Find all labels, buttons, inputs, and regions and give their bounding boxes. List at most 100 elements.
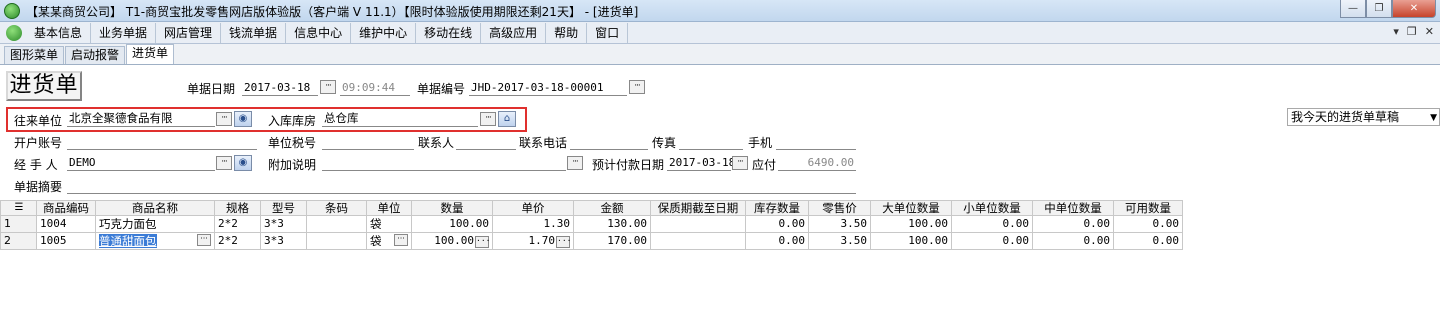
cell-qty[interactable]: 100.00 xyxy=(411,215,493,233)
menu-item-info-center[interactable]: 信息中心 xyxy=(286,22,352,43)
contact-field[interactable] xyxy=(456,134,516,150)
cell-retail[interactable]: 3.50 xyxy=(808,215,871,233)
handler-lookup-icon[interactable]: ◉ xyxy=(234,155,252,171)
mobile-field[interactable] xyxy=(776,134,856,150)
cell-barcode[interactable] xyxy=(306,232,367,250)
fax-field[interactable] xyxy=(679,134,743,150)
handler-field[interactable]: DEMO xyxy=(67,155,215,171)
cell-expiry[interactable] xyxy=(650,215,746,233)
column-header[interactable]: 库存数量 xyxy=(745,200,809,216)
cell-price[interactable]: 1.70 ··· xyxy=(492,232,574,250)
handler-picker-button[interactable]: ··· xyxy=(216,156,232,170)
cell-mid-qty[interactable]: 0.00 xyxy=(1032,215,1114,233)
column-header[interactable]: 中单位数量 xyxy=(1032,200,1114,216)
cell-name[interactable]: 巧克力面包 xyxy=(95,215,215,233)
cell-avail[interactable]: 0.00 xyxy=(1113,215,1183,233)
bank-field[interactable] xyxy=(67,134,257,150)
column-header[interactable]: 可用数量 xyxy=(1113,200,1183,216)
menu-item-window[interactable]: 窗口 xyxy=(587,22,629,43)
cell-small-qty[interactable]: 0.00 xyxy=(951,232,1033,250)
cell-big-qty[interactable]: 100.00 xyxy=(870,215,952,233)
column-header[interactable]: 单价 xyxy=(492,200,574,216)
restore-button[interactable]: ❐ xyxy=(1366,0,1392,18)
warehouse-picker-button[interactable]: ··· xyxy=(480,112,496,126)
unit-picker-button[interactable]: ··· xyxy=(394,234,408,246)
cell-retail[interactable]: 3.50 xyxy=(808,232,871,250)
name-picker-button[interactable]: ··· xyxy=(197,234,211,246)
mdi-minimize-button[interactable]: ▾ xyxy=(1393,25,1399,38)
paydate-field[interactable]: 2017-03-18 xyxy=(667,155,735,171)
column-header[interactable]: 商品名称 xyxy=(95,200,215,216)
docno-field[interactable]: JHD-2017-03-18-00001 xyxy=(469,80,627,96)
cell-spec[interactable]: 2*2 xyxy=(214,215,261,233)
menu-item-help[interactable]: 帮助 xyxy=(546,22,588,43)
paydate-picker-button[interactable]: ··· xyxy=(732,156,748,170)
warehouse-field[interactable]: 总仓库 xyxy=(322,111,478,127)
cell-mid-qty[interactable]: 0.00 xyxy=(1032,232,1114,250)
draft-select[interactable]: 我今天的进货单草稿 ▼ xyxy=(1287,108,1440,126)
cell-expiry[interactable] xyxy=(650,232,746,250)
mdi-restore-button[interactable]: ❐ xyxy=(1407,25,1417,38)
column-header[interactable]: 型号 xyxy=(260,200,307,216)
qty-picker-button[interactable]: ··· xyxy=(475,235,490,248)
menu-item-advanced[interactable]: 高级应用 xyxy=(481,22,547,43)
column-header[interactable]: 小单位数量 xyxy=(951,200,1033,216)
table-row[interactable]: 2 1005 普通甜面包 ··· 2*2 3*3 袋 ··· 100.00 ···… xyxy=(0,232,1183,250)
menu-item-business-docs[interactable]: 业务单据 xyxy=(91,22,157,43)
partner-field[interactable]: 北京全聚德食品有限 xyxy=(67,111,215,127)
column-header[interactable]: 大单位数量 xyxy=(870,200,952,216)
column-header[interactable]: 规格 xyxy=(214,200,261,216)
time-field[interactable]: 09:09:44 xyxy=(340,80,410,96)
cell-unit[interactable]: 袋 ··· xyxy=(366,232,412,250)
row-number[interactable]: 1 xyxy=(0,215,37,233)
note-field[interactable] xyxy=(322,155,566,171)
cell-spec[interactable]: 2*2 xyxy=(214,232,261,250)
docno-picker-button[interactable]: ··· xyxy=(629,80,645,94)
summary-field[interactable] xyxy=(67,178,856,194)
menu-item-mobile-online[interactable]: 移动在线 xyxy=(416,22,482,43)
tax-field[interactable] xyxy=(322,134,414,150)
column-header[interactable]: 零售价 xyxy=(808,200,871,216)
cell-barcode[interactable] xyxy=(306,215,367,233)
note-picker-button[interactable]: ··· xyxy=(567,156,583,170)
cell-code[interactable]: 1004 xyxy=(36,215,96,233)
mdi-close-button[interactable]: ✕ xyxy=(1425,25,1434,38)
column-header[interactable]: 保质期截至日期 xyxy=(650,200,746,216)
column-header[interactable]: 数量 xyxy=(411,200,493,216)
cell-unit[interactable]: 袋 xyxy=(366,215,412,233)
menu-item-basic-info[interactable]: 基本信息 xyxy=(26,22,92,43)
column-header[interactable]: 商品编码 xyxy=(36,200,96,216)
menu-item-shop-management[interactable]: 网店管理 xyxy=(156,22,222,43)
phone-field[interactable] xyxy=(570,134,648,150)
cell-stock[interactable]: 0.00 xyxy=(745,215,809,233)
column-header[interactable]: 条码 xyxy=(306,200,367,216)
cell-code[interactable]: 1005 xyxy=(36,232,96,250)
date-field[interactable]: 2017-03-18 xyxy=(242,80,318,96)
cell-big-qty[interactable]: 100.00 xyxy=(870,232,952,250)
cell-stock[interactable]: 0.00 xyxy=(745,232,809,250)
price-picker-button[interactable]: ··· xyxy=(556,235,571,248)
date-picker-button[interactable]: ··· xyxy=(320,80,336,94)
cell-qty[interactable]: 100.00 ··· xyxy=(411,232,493,250)
column-header[interactable]: 单位 xyxy=(366,200,412,216)
cell-amount[interactable]: 170.00 xyxy=(573,232,651,250)
cell-amount[interactable]: 130.00 xyxy=(573,215,651,233)
tab-graphic-menu[interactable]: 图形菜单 xyxy=(4,46,65,64)
tab-startup-alert[interactable]: 启动报警 xyxy=(65,46,126,64)
table-row[interactable]: 1 1004 巧克力面包 2*2 3*3 袋 100.00 1.30 130.0… xyxy=(0,215,1183,233)
column-header[interactable]: 金额 xyxy=(573,200,651,216)
cell-price[interactable]: 1.30 xyxy=(492,215,574,233)
cell-name-editor[interactable]: 普通甜面包 xyxy=(99,234,157,248)
minimize-button[interactable]: — xyxy=(1340,0,1366,18)
cell-avail[interactable]: 0.00 xyxy=(1113,232,1183,250)
close-button[interactable]: ✕ xyxy=(1392,0,1436,18)
partner-lookup-icon[interactable]: ◉ xyxy=(234,111,252,127)
menu-item-maintenance-center[interactable]: 维护中心 xyxy=(351,22,417,43)
cell-model[interactable]: 3*3 xyxy=(260,215,307,233)
row-number[interactable]: 2 xyxy=(0,232,37,250)
tab-purchase-order[interactable]: 进货单 xyxy=(126,44,175,64)
partner-picker-button[interactable]: ··· xyxy=(216,112,232,126)
cell-model[interactable]: 3*3 xyxy=(260,232,307,250)
cell-small-qty[interactable]: 0.00 xyxy=(951,215,1033,233)
doc-title-button[interactable]: 进货单 xyxy=(6,71,82,101)
